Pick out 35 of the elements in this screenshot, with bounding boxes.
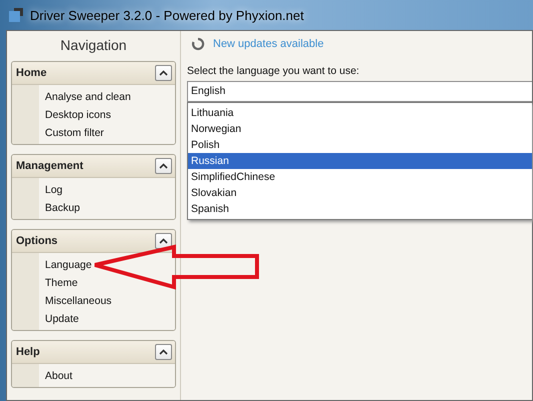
- language-option[interactable]: Lithuania: [188, 105, 532, 121]
- nav-item[interactable]: Custom filter: [12, 124, 175, 142]
- nav-item[interactable]: Language: [12, 256, 175, 274]
- nav-item[interactable]: Analyse and clean: [12, 88, 175, 106]
- language-label: Select the language you want to use:: [187, 65, 360, 79]
- navigation-title: Navigation: [59, 36, 128, 55]
- collapse-button[interactable]: [155, 158, 172, 174]
- nav-item[interactable]: Theme: [12, 274, 175, 292]
- language-option[interactable]: Slovakian: [188, 185, 532, 201]
- group-title: Options: [16, 235, 58, 247]
- nav-item[interactable]: Miscellaneous: [12, 292, 175, 310]
- nav-item[interactable]: Desktop icons: [12, 106, 175, 124]
- language-dropdown[interactable]: English: [187, 81, 532, 102]
- group-title: Home: [16, 67, 47, 79]
- group-title: Help: [16, 346, 40, 358]
- nav-item[interactable]: Update: [12, 310, 175, 328]
- language-option[interactable]: Spanish: [188, 201, 532, 217]
- collapse-button[interactable]: [155, 344, 172, 360]
- refresh-icon: [191, 37, 205, 51]
- app-icon: [8, 7, 24, 23]
- language-option[interactable]: Russian: [188, 153, 532, 169]
- caret-icon: [159, 163, 168, 169]
- language-option[interactable]: Polish: [188, 137, 532, 153]
- language-option[interactable]: SimplifiedChinese: [188, 169, 532, 185]
- group-title: Management: [16, 160, 84, 172]
- caret-icon: [159, 349, 168, 355]
- nav-item[interactable]: Backup: [12, 199, 175, 217]
- window-title: Driver Sweeper 3.2.0 - Powered by Phyxion.net: [30, 8, 304, 22]
- collapse-button[interactable]: [155, 233, 172, 249]
- language-option[interactable]: Norwegian: [188, 121, 532, 137]
- collapse-button[interactable]: [155, 65, 172, 81]
- caret-icon: [159, 238, 168, 244]
- nav-item[interactable]: About: [12, 367, 175, 385]
- nav-item[interactable]: Log: [12, 181, 175, 199]
- caret-icon: [159, 70, 168, 76]
